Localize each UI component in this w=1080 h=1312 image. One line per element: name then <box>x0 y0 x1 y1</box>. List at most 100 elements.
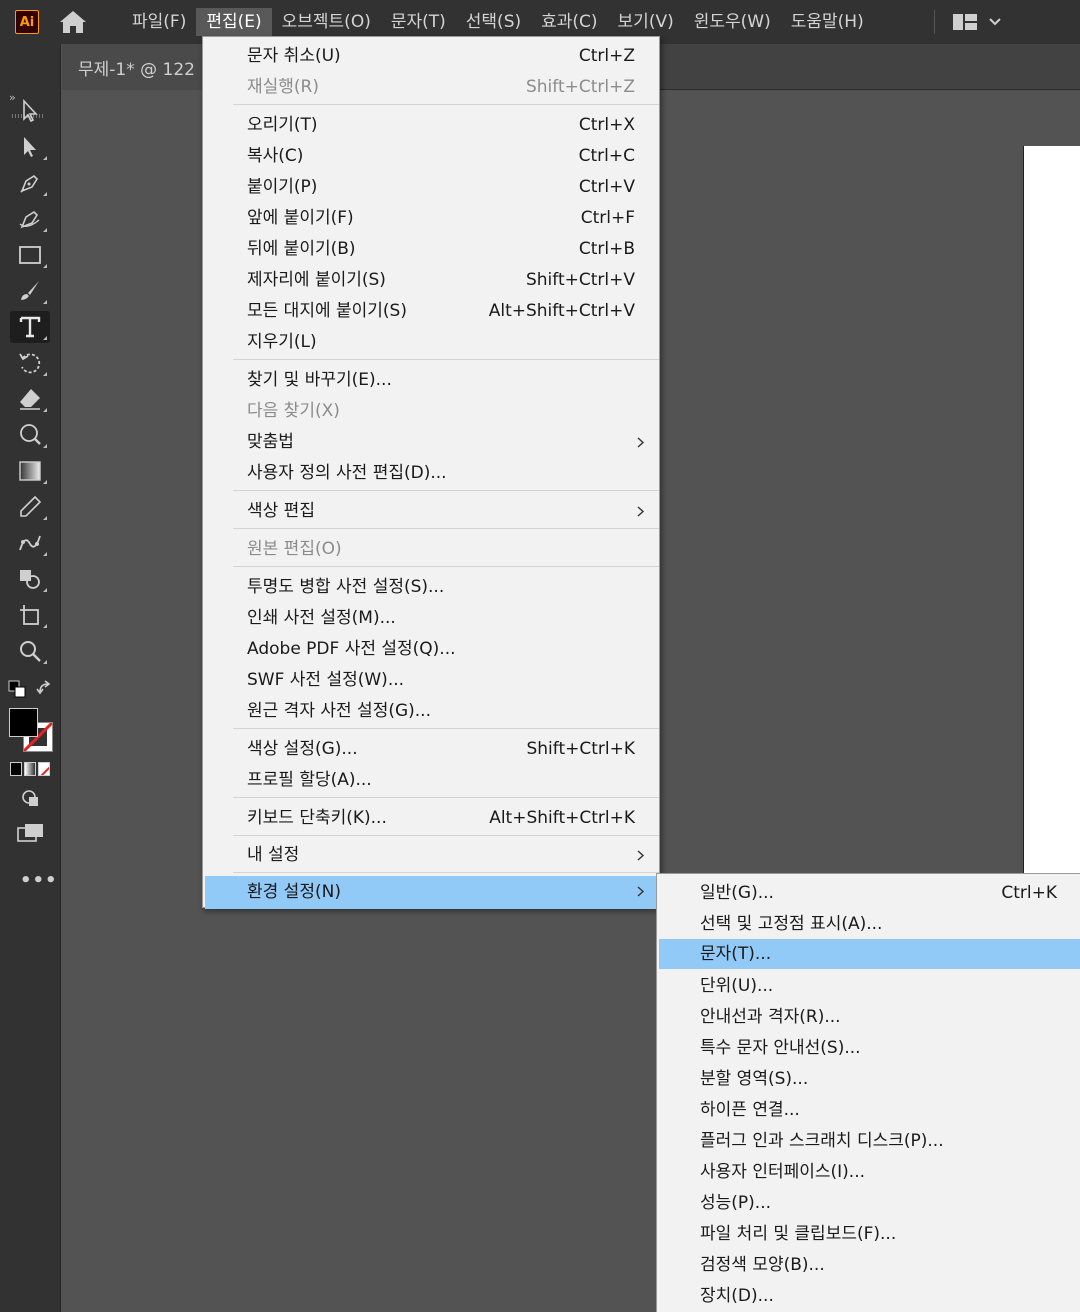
menu-item-edit-original[interactable]: 원본 편집(O) <box>205 534 657 565</box>
menu-item-undo[interactable]: 문자 취소(U) Ctrl+Z <box>205 41 657 72</box>
submenu-item-file-handling-clipboard[interactable]: 파일 처리 및 클립보드(F)... <box>659 1219 1080 1249</box>
direct-selection-arrow-icon <box>24 137 36 157</box>
document-tab[interactable]: 무제-1* @ 122 <box>62 44 222 90</box>
color-mode-button[interactable] <box>10 762 22 776</box>
menu-separator <box>233 797 659 798</box>
menu-item-paste-in-place[interactable]: 제자리에 붙이기(S) Shift+Ctrl+V <box>205 265 657 296</box>
eyedropper-icon <box>20 495 42 517</box>
paintbrush-tool[interactable] <box>10 275 50 307</box>
menu-item-swf-presets[interactable]: SWF 사전 설정(W)... <box>205 665 657 696</box>
home-icon[interactable] <box>58 9 88 35</box>
menu-item-adobe-pdf-presets[interactable]: Adobe PDF 사전 설정(Q)... <box>205 634 657 665</box>
menu-separator <box>233 528 659 529</box>
menu-item-find-replace[interactable]: 찾기 및 바꾸기(E)... <box>205 365 657 396</box>
menu-item-transparency-flattener-presets[interactable]: 투명도 병합 사전 설정(S)... <box>205 572 657 603</box>
lasso-zoom-icon <box>20 424 41 445</box>
gradient-tool[interactable] <box>10 455 50 487</box>
submenu-item-hyphenation[interactable]: 하이픈 연결... <box>659 1095 1080 1125</box>
menu-item-edit-colors[interactable]: 색상 편집 <box>205 496 657 527</box>
menu-edit[interactable]: 편집(E) <box>196 8 272 36</box>
app-logo[interactable]: Ai <box>15 10 39 34</box>
type-t-icon <box>19 316 41 338</box>
submenu-item-selection-anchor-display[interactable]: 선택 및 고정점 표시(A)... <box>659 909 1080 939</box>
shape-builder-tool[interactable] <box>10 563 50 595</box>
chevron-right-icon <box>637 437 645 448</box>
menu-item-clear[interactable]: 지우기(L) <box>205 327 657 358</box>
tools-panel: ›› ••• <box>0 44 61 1312</box>
rotate-tool[interactable] <box>10 347 50 379</box>
color-mode-buttons <box>10 762 50 776</box>
menu-item-edit-custom-dictionary[interactable]: 사용자 정의 사전 편집(D)... <box>205 458 657 489</box>
artboard[interactable] <box>1023 146 1080 876</box>
menu-item-perspective-grid-presets[interactable]: 원근 격자 사전 설정(G)... <box>205 696 657 727</box>
menu-item-paste-in-front[interactable]: 앞에 붙이기(F) Ctrl+F <box>205 203 657 234</box>
menu-file[interactable]: 파일(F) <box>122 8 196 36</box>
curvature-pen-icon <box>19 210 40 229</box>
submenu-item-user-interface[interactable]: 사용자 인터페이스(I)... <box>659 1157 1080 1187</box>
chevron-down-icon[interactable] <box>987 14 1003 30</box>
zoom-tool[interactable] <box>10 635 50 667</box>
edit-menu-dropdown: 문자 취소(U) Ctrl+Z 재실행(R) Shift+Ctrl+Z 오리기(T)… <box>202 36 660 909</box>
submenu-item-appearance-of-black[interactable]: 검정색 모양(B)... <box>659 1250 1080 1280</box>
default-colors-icon[interactable] <box>8 680 26 698</box>
menu-window[interactable]: 윈도우(W) <box>684 8 781 36</box>
submenu-item-smart-guides[interactable]: 특수 문자 안내선(S)... <box>659 1033 1080 1063</box>
menu-object[interactable]: 오브젝트(O) <box>272 8 381 36</box>
selection-arrow-icon <box>23 98 38 123</box>
menu-item-redo[interactable]: 재실행(R) Shift+Ctrl+Z <box>205 72 657 103</box>
submenu-item-type[interactable]: 문자(T)... <box>659 939 1080 969</box>
eraser-tool[interactable] <box>10 383 50 415</box>
artboard-tool[interactable] <box>10 599 50 631</box>
rotate-icon <box>19 353 41 374</box>
menu-item-find-next[interactable]: 다음 찾기(X) <box>205 396 657 427</box>
menu-item-copy[interactable]: 복사(C) Ctrl+C <box>205 141 657 172</box>
submenu-item-plugins-scratch-disks[interactable]: 플러그 인과 스크래치 디스크(P)... <box>659 1126 1080 1156</box>
menu-item-color-settings[interactable]: 색상 설정(G)... Shift+Ctrl+K <box>205 734 657 765</box>
workspace-layout-icon[interactable] <box>952 12 978 32</box>
curvature-tool[interactable] <box>10 203 50 235</box>
eyedropper-tool[interactable] <box>10 491 50 523</box>
menu-item-paste-on-all-artboards[interactable]: 모든 대지에 붙이기(S) Alt+Shift+Ctrl+V <box>205 296 657 327</box>
zoom-lasso-tool[interactable] <box>10 419 50 451</box>
submenu-item-general[interactable]: 일반(G)... Ctrl+K <box>659 878 1080 908</box>
fill-swatch[interactable] <box>9 708 38 737</box>
menu-select[interactable]: 선택(S) <box>456 8 531 36</box>
drawing-mode-icon[interactable] <box>20 788 42 810</box>
none-mode-button[interactable] <box>38 762 50 776</box>
menu-item-assign-profile[interactable]: 프로필 할당(A)... <box>205 765 657 796</box>
menu-item-keyboard-shortcuts[interactable]: 키보드 단축키(K)... Alt+Shift+Ctrl+K <box>205 803 657 834</box>
pen-tool[interactable] <box>10 167 50 199</box>
submenu-item-performance[interactable]: 성능(P)... <box>659 1188 1080 1218</box>
swap-colors-icon[interactable] <box>36 680 54 698</box>
direct-selection-tool[interactable] <box>10 131 50 163</box>
menu-item-paste-in-back[interactable]: 뒤에 붙이기(B) Ctrl+B <box>205 234 657 265</box>
menu-separator <box>233 872 659 873</box>
menu-effect[interactable]: 효과(C) <box>531 8 607 36</box>
menu-divider <box>934 10 935 34</box>
menu-help[interactable]: 도움말(H) <box>781 8 874 36</box>
type-tool[interactable] <box>10 311 50 343</box>
menu-item-spelling[interactable]: 맞춤법 <box>205 427 657 458</box>
blend-tool[interactable] <box>10 527 50 559</box>
rectangle-tool[interactable] <box>10 239 50 271</box>
menu-item-my-settings[interactable]: 내 설정 <box>205 840 657 871</box>
gradient-mode-button[interactable] <box>24 762 36 776</box>
submenu-item-units[interactable]: 단위(U)... <box>659 971 1080 1001</box>
menu-separator <box>233 104 659 105</box>
chevron-right-icon <box>637 506 645 517</box>
menu-item-print-presets[interactable]: 인쇄 사전 설정(M)... <box>205 603 657 634</box>
menu-item-paste[interactable]: 붙이기(P) Ctrl+V <box>205 172 657 203</box>
shape-builder-icon <box>20 570 40 589</box>
menu-separator <box>233 490 659 491</box>
more-tools-icon[interactable]: ••• <box>20 870 58 891</box>
menu-view[interactable]: 보기(V) <box>608 8 684 36</box>
preferences-submenu: 일반(G)... Ctrl+K 선택 및 고정점 표시(A)... 문자(T)..… <box>656 873 1080 1312</box>
menu-type[interactable]: 문자(T) <box>381 8 456 36</box>
menu-item-cut[interactable]: 오리기(T) Ctrl+X <box>205 110 657 141</box>
submenu-item-slices[interactable]: 분할 영역(S)... <box>659 1064 1080 1094</box>
selection-tool[interactable] <box>10 95 50 127</box>
submenu-item-devices[interactable]: 장치(D)... <box>659 1281 1080 1311</box>
screen-mode-icon[interactable] <box>17 822 45 844</box>
submenu-item-guides-grid[interactable]: 안내선과 격자(R)... <box>659 1002 1080 1032</box>
menu-item-preferences[interactable]: 환경 설정(N) <box>205 876 657 909</box>
